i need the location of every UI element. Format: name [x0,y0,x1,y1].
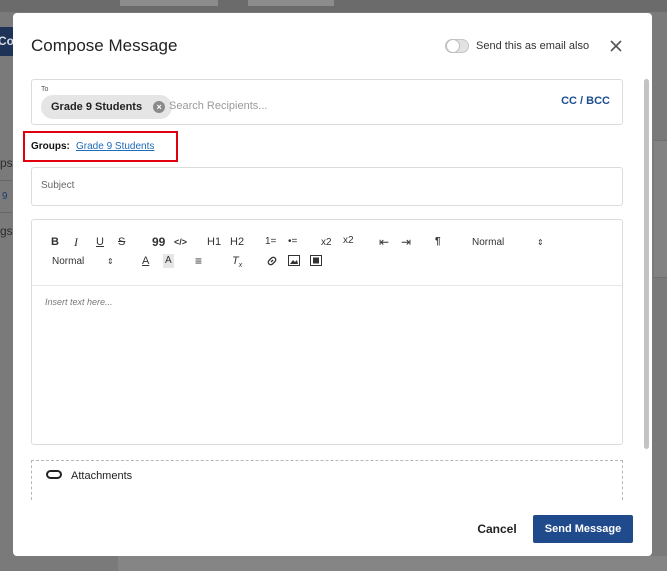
code-button[interactable]: </> [174,235,187,249]
align-icon[interactable]: ≡ [195,254,202,268]
background-footer [118,556,667,571]
select-chevron-icon: ⇕ [537,238,544,247]
strikethrough-button[interactable]: S [118,235,125,249]
groups-link[interactable]: Grade 9 Students [76,141,154,152]
heading1-button[interactable]: H1 [207,235,221,249]
background-text-fragment: gs [0,224,13,238]
modal-title: Compose Message [31,36,178,55]
ordered-list-button[interactable]: 1= [265,235,276,249]
remove-chip-icon[interactable]: × [153,101,166,113]
superscript-button[interactable]: x2 [343,234,354,248]
cancel-button[interactable]: Cancel [470,516,524,542]
indent-decrease-button[interactable]: ⇤ [379,235,389,249]
background-text-fragment: 9 [2,191,8,202]
background-text-fragment: ps [0,156,13,170]
header-select[interactable]: Normal ⇕ [52,255,114,269]
groups-label: Groups: [31,141,70,152]
editor-toolbar: B I U S 99 </> H1 H2 1= •= x2 x2 ⇤ ⇥ ¶ N… [32,220,622,286]
recipient-search-input[interactable]: Search Recipients... [169,100,267,112]
select-chevron-icon: ⇕ [107,257,114,266]
email-toggle-label: Send this as email also [476,40,590,52]
attachments-label: Attachments [71,470,133,482]
link-icon[interactable] [266,255,278,271]
font-size-select-value: Normal [472,237,505,248]
recipient-chip-label: Grade 9 Students [51,101,143,113]
underline-button[interactable]: U [96,235,104,249]
background-nav-fragment: Co [0,27,14,56]
attachments-dropzone[interactable]: Attachments [31,460,623,500]
font-color-icon[interactable]: A [142,254,149,268]
indent-increase-button[interactable]: ⇥ [401,235,411,249]
recipient-chip: Grade 9 Students × [41,95,173,119]
subscript-button[interactable]: x2 [321,236,332,250]
text-direction-button[interactable]: ¶ [435,235,441,249]
italic-button[interactable]: I [74,235,78,249]
video-icon[interactable] [310,255,322,270]
background-tab [120,0,218,6]
font-size-select[interactable]: Normal ⇕ [472,236,544,250]
bold-button[interactable]: B [51,235,59,249]
blockquote-button[interactable]: 99 [152,235,165,249]
paperclip-icon [46,470,62,479]
email-toggle[interactable] [445,39,469,53]
toggle-knob [446,39,460,53]
background-tab [248,0,334,6]
compose-message-modal: Compose Message Send this as email also … [13,13,652,556]
background-divider [0,180,12,181]
subject-placeholder: Subject [41,180,75,191]
to-field[interactable]: To Grade 9 Students × Search Recipients.… [31,79,623,125]
heading2-button[interactable]: H2 [230,235,244,249]
to-label: To [41,86,49,93]
header-select-value: Normal [52,256,85,267]
image-icon[interactable] [288,255,300,270]
clear-format-icon[interactable]: Tx [232,254,242,273]
cc-bcc-link[interactable]: CC / BCC [561,95,610,107]
background-divider [0,212,12,213]
editor-body-placeholder[interactable]: Insert text here... [45,297,113,307]
bullet-list-button[interactable]: •= [288,235,297,249]
background-panel [654,140,667,278]
rich-text-editor: B I U S 99 </> H1 H2 1= •= x2 x2 ⇤ ⇥ ¶ N… [31,219,623,445]
modal-scrollbar[interactable] [644,79,649,449]
subject-field[interactable]: Subject [31,167,623,206]
send-message-button[interactable]: Send Message [533,515,633,543]
close-icon[interactable] [607,37,625,55]
background-color-icon[interactable]: A [163,254,174,268]
